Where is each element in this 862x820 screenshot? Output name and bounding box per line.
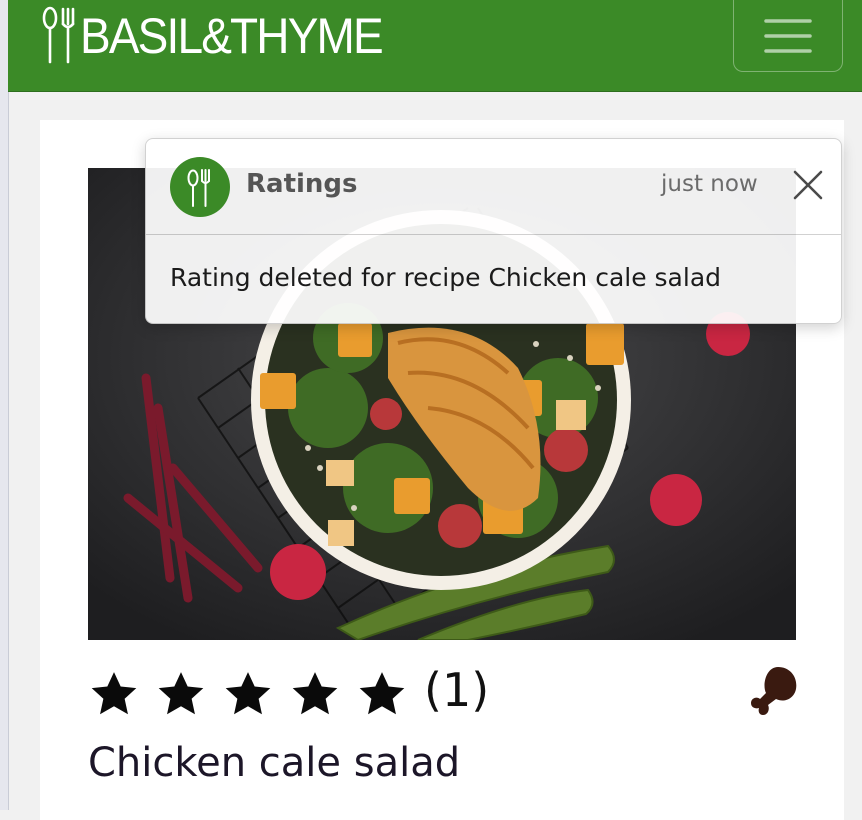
navbar-toggle-button[interactable] bbox=[733, 0, 843, 72]
rating-count: (1) bbox=[424, 663, 490, 717]
toast-timestamp: just now bbox=[661, 171, 758, 197]
star-icon[interactable] bbox=[88, 669, 140, 719]
star-icon[interactable] bbox=[155, 669, 207, 719]
toast-title: Ratings bbox=[246, 169, 358, 199]
navbar: BASIL&THYME bbox=[8, 0, 862, 92]
hamburger-menu-icon bbox=[764, 18, 812, 53]
star-icon[interactable] bbox=[222, 669, 274, 719]
browser-left-edge bbox=[0, 0, 9, 810]
rating-row: (1) bbox=[88, 663, 797, 725]
toast-message: Rating deleted for recipe Chicken cale s… bbox=[170, 263, 722, 292]
star-icon[interactable] bbox=[356, 669, 408, 719]
drumstick-icon bbox=[751, 667, 797, 715]
close-icon[interactable] bbox=[790, 167, 826, 203]
toast-header: Ratings just now bbox=[146, 139, 841, 235]
spoon-fork-icon bbox=[42, 6, 75, 64]
rating-stars[interactable] bbox=[88, 669, 423, 719]
spoon-fork-icon bbox=[170, 157, 230, 217]
brand-name: BASIL&THYME bbox=[80, 8, 384, 64]
star-icon[interactable] bbox=[289, 669, 341, 719]
rating-toast: Ratings just now Rating deleted for reci… bbox=[145, 138, 842, 324]
brand-link[interactable]: BASIL&THYME bbox=[38, 6, 408, 66]
recipe-title: Chicken cale salad bbox=[88, 740, 461, 786]
